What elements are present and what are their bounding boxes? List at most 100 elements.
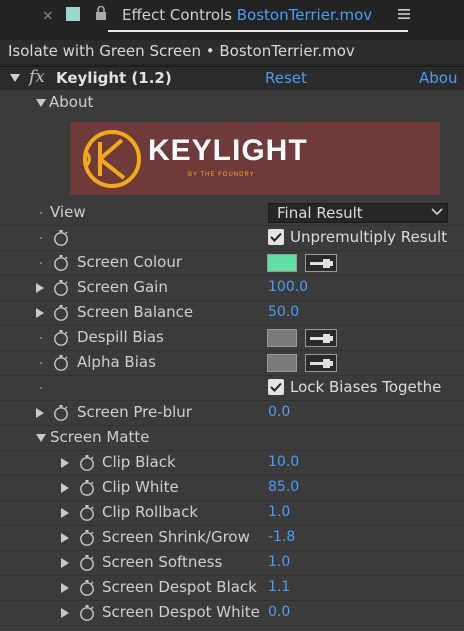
screen-despot-black-value[interactable]: 1.1 [268, 579, 290, 595]
stopwatch-icon[interactable] [53, 404, 69, 422]
expand-screen-softness-icon[interactable] [61, 558, 69, 568]
close-tab-icon[interactable]: × [42, 8, 54, 24]
expand-clip-rollback-icon[interactable] [61, 508, 69, 518]
expand-screen-despot-black-icon[interactable] [61, 583, 69, 593]
screen-matte-label: Screen Matte [50, 428, 150, 446]
effect-name: Keylight (1.2) [56, 69, 172, 87]
stopwatch-icon[interactable] [53, 304, 69, 322]
expand-about-icon[interactable] [36, 99, 46, 107]
tab-title-label: Effect Controls [122, 6, 232, 24]
unpremultiply-label: Unpremultiply Result [290, 228, 448, 246]
despill-bias-swatch[interactable] [267, 329, 297, 347]
expand-screen-balance-icon[interactable] [36, 308, 44, 318]
keylight-logo-banner: KEYLIGHT BY THE FOUNDRY [70, 122, 440, 195]
lock-biases-row: Lock Biases Togethe [0, 375, 464, 401]
clip-rollback-row: Clip Rollback 1.0 [0, 500, 464, 526]
effect-controls-panel: × Effect Controls BostonTerrier.mov Isol… [0, 0, 464, 631]
eyedropper-icon [310, 259, 333, 268]
stopwatch-icon[interactable] [79, 479, 95, 497]
reset-link[interactable]: Reset [265, 69, 307, 87]
screen-balance-row: Screen Balance 50.0 [0, 300, 464, 326]
eyedropper-icon [310, 359, 333, 368]
screen-gain-value[interactable]: 100.0 [268, 279, 308, 295]
screen-despot-black-row: Screen Despot Black 1.1 [0, 575, 464, 601]
collapse-screen-matte-icon[interactable] [36, 434, 46, 442]
clip-black-label: Clip Black [102, 453, 176, 471]
screen-colour-swatch[interactable] [267, 254, 297, 272]
stopwatch-icon[interactable] [79, 604, 95, 622]
view-dropdown[interactable]: Final Result [268, 203, 448, 223]
screen-shrink-grow-value[interactable]: -1.8 [268, 529, 295, 545]
effect-parameters: About KEYLIGHT BY THE FOUNDRY View Final… [0, 90, 464, 631]
screen-despot-white-row: Screen Despot White 0.0 [0, 600, 464, 626]
lock-icon[interactable] [95, 6, 107, 20]
screen-preblur-row: Screen Pre-blur 0.0 [0, 400, 464, 426]
stopwatch-icon[interactable] [53, 329, 69, 347]
eyedropper-icon [310, 334, 333, 343]
alpha-bias-eyedropper[interactable] [305, 354, 337, 372]
alpha-bias-swatch[interactable] [267, 354, 297, 372]
expand-screen-preblur-icon[interactable] [36, 408, 44, 418]
clip-white-label: Clip White [102, 478, 179, 496]
effect-row-keylight[interactable]: fx Keylight (1.2) Reset Abou [0, 66, 464, 91]
screen-balance-value[interactable]: 50.0 [268, 304, 299, 320]
screen-softness-label: Screen Softness [102, 553, 223, 571]
screen-balance-label: Screen Balance [77, 303, 194, 321]
tab-effect-controls[interactable]: Effect Controls BostonTerrier.mov [122, 6, 372, 24]
clip-white-value[interactable]: 85.0 [268, 479, 299, 495]
about-group-row[interactable]: About [0, 90, 464, 117]
stopwatch-icon[interactable] [79, 579, 95, 597]
screen-matte-group-row[interactable]: Screen Matte [0, 425, 464, 451]
view-row: View Final Result [0, 200, 464, 226]
layer-header: Isolate with Green Screen • BostonTerrie… [0, 40, 464, 64]
row-dot [40, 387, 42, 389]
despill-bias-row: Despill Bias [0, 325, 464, 351]
expand-screen-gain-icon[interactable] [36, 283, 44, 293]
stopwatch-icon[interactable] [53, 279, 69, 297]
unpremultiply-checkbox[interactable] [268, 229, 284, 245]
alpha-bias-row: Alpha Bias [0, 350, 464, 376]
despill-bias-label: Despill Bias [77, 328, 164, 346]
unpremultiply-row: Unpremultiply Result [0, 225, 464, 251]
screen-preblur-value[interactable]: 0.0 [268, 404, 290, 420]
expand-clip-black-icon[interactable] [61, 458, 69, 468]
clip-black-value[interactable]: 10.0 [268, 454, 299, 470]
expand-screen-despot-white-icon[interactable] [61, 608, 69, 618]
screen-colour-eyedropper[interactable] [305, 254, 337, 272]
stopwatch-icon[interactable] [79, 504, 95, 522]
row-dot [40, 212, 42, 214]
stopwatch-icon[interactable] [79, 529, 95, 547]
row-dot [40, 337, 42, 339]
panel-menu-icon[interactable] [397, 7, 411, 21]
stopwatch-icon[interactable] [79, 454, 95, 472]
clip-rollback-value[interactable]: 1.0 [268, 504, 290, 520]
view-label: View [50, 203, 86, 221]
stopwatch-icon[interactable] [53, 229, 69, 247]
panel-color-swatch-icon [66, 7, 80, 21]
stopwatch-icon[interactable] [53, 354, 69, 372]
collapse-effect-icon[interactable] [10, 74, 20, 82]
despill-bias-eyedropper[interactable] [305, 329, 337, 347]
row-dot [40, 262, 42, 264]
chevron-down-icon [431, 208, 443, 216]
screen-softness-row: Screen Softness 1.0 [0, 550, 464, 576]
fx-toggle-icon[interactable]: fx [29, 67, 45, 87]
screen-despot-white-value[interactable]: 0.0 [268, 604, 290, 620]
screen-gain-row: Screen Gain 100.0 [0, 275, 464, 301]
checkmark-icon [270, 232, 282, 242]
about-label: About [49, 93, 94, 111]
screen-shrink-grow-row: Screen Shrink/Grow -1.8 [0, 525, 464, 551]
lock-biases-checkbox[interactable] [268, 379, 284, 395]
screen-softness-value[interactable]: 1.0 [268, 554, 290, 570]
expand-screen-shrink-grow-icon[interactable] [61, 533, 69, 543]
tab-title-file: BostonTerrier.mov [236, 6, 373, 24]
alpha-bias-label: Alpha Bias [77, 353, 156, 371]
about-link[interactable]: Abou [419, 69, 457, 87]
checkmark-icon [270, 382, 282, 392]
screen-shrink-grow-label: Screen Shrink/Grow [102, 528, 250, 546]
stopwatch-icon[interactable] [79, 554, 95, 572]
expand-clip-white-icon[interactable] [61, 483, 69, 493]
lock-biases-label: Lock Biases Togethe [290, 378, 442, 396]
stopwatch-icon[interactable] [53, 254, 69, 272]
screen-despot-white-label: Screen Despot White [102, 603, 260, 621]
